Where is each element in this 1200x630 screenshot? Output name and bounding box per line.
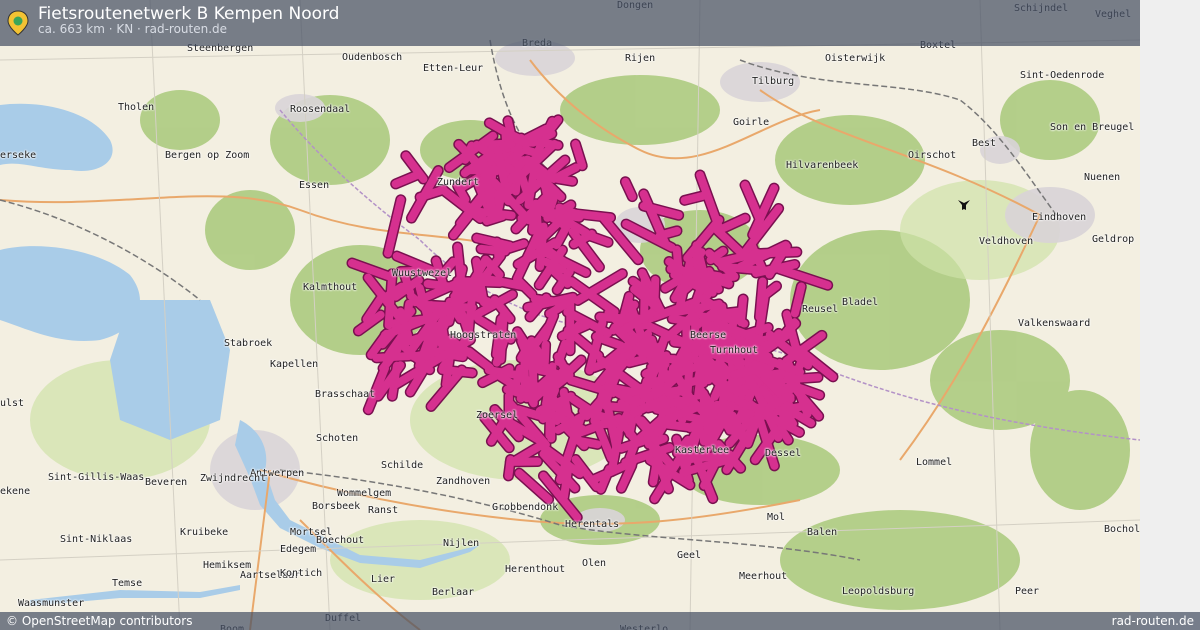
map-subtitle: ca. 663 km · KN · rad-routen.de <box>38 22 228 36</box>
place-label: Rijen <box>625 53 656 64</box>
route-segment <box>535 365 560 378</box>
place-label: Borsbeek <box>312 501 361 512</box>
place-label: Geldrop <box>1092 234 1135 245</box>
map-footer: © OpenStreetMap contributors rad-routen.… <box>0 612 1200 630</box>
map-page: DongenSchijndelVeghelSteenbergenBredaBox… <box>0 0 1200 630</box>
place-label: Bergen op Zoom <box>165 150 250 161</box>
place-label: Herentals <box>565 519 620 530</box>
place-label: Zoersel <box>476 410 519 421</box>
route-segment <box>492 186 507 222</box>
place-label: Zandhoven <box>436 476 491 487</box>
place-label: Waasmunster <box>18 598 85 609</box>
route-segment <box>528 200 541 235</box>
route-segment <box>736 295 748 327</box>
place-label: Leopoldsburg <box>842 586 915 597</box>
place-label: Kontich <box>280 568 323 579</box>
route-segment <box>642 331 656 365</box>
place-label: Sint-Niklaas <box>60 534 133 545</box>
place-label: Kalmthout <box>303 282 358 293</box>
place-label: Bocholt <box>1104 524 1140 535</box>
place-label: Mol <box>767 512 786 523</box>
place-label: erseke <box>0 150 37 161</box>
place-label: Hilvarenbeek <box>786 160 859 171</box>
place-label: Etten-Leur <box>423 63 484 74</box>
place-label: Sint-Gillis-Waas <box>48 472 145 483</box>
place-label: Essen <box>299 180 330 191</box>
place-label: Boechout <box>316 535 365 546</box>
basemap <box>0 0 1140 630</box>
route-segment <box>755 277 767 321</box>
place-label: Oudenbosch <box>342 52 403 63</box>
place-label: Brasschaat <box>315 389 376 400</box>
route-segment <box>372 351 414 362</box>
map-title: Fietsroutenetwerk B Kempen Noord <box>38 4 340 24</box>
place-label: Sint-Oedenrode <box>1020 70 1105 81</box>
place-label: Goirle <box>733 117 770 128</box>
brand-link[interactable]: rad-routen.de <box>1112 614 1194 628</box>
place-label: Kapellen <box>270 359 319 370</box>
place-label: Nijlen <box>443 538 480 549</box>
route-segment <box>776 385 788 426</box>
place-label: Peer <box>1015 586 1040 597</box>
route-segment <box>453 277 505 287</box>
place-label: Grobbendonk <box>492 502 559 513</box>
route-segment <box>587 232 613 247</box>
place-label: Stabroek <box>224 338 273 349</box>
place-label: Schoten <box>316 433 359 444</box>
route-segment <box>477 244 510 256</box>
place-label: ulst <box>0 398 25 409</box>
place-label: Temse <box>112 578 143 589</box>
place-label: Wommelgem <box>337 488 392 499</box>
place-label: Ranst <box>368 505 399 516</box>
side-margin <box>1140 0 1200 630</box>
route-segment <box>512 364 525 389</box>
place-label: Oisterwijk <box>825 53 886 64</box>
place-label: Tholen <box>118 102 155 113</box>
place-label: Wuustwezel <box>392 268 453 279</box>
map-header: Fietsroutenetwerk B Kempen Noord ca. 663… <box>0 0 1140 46</box>
place-label: Berlaar <box>432 587 475 598</box>
place-label: Balen <box>807 527 838 538</box>
place-label: Reusel <box>802 304 839 315</box>
route-segment <box>714 307 745 318</box>
place-label: Hoogstraten <box>450 330 517 341</box>
route-segment <box>570 436 602 449</box>
map-canvas[interactable]: DongenSchijndelVeghelSteenbergenBredaBox… <box>0 0 1140 630</box>
route-segment <box>759 369 787 380</box>
place-label: Zundert <box>437 177 480 188</box>
place-label: Nuenen <box>1084 172 1121 183</box>
location-pin-icon <box>7 10 29 36</box>
place-label: Beveren <box>145 477 188 488</box>
place-label: Kasterlee <box>675 445 730 456</box>
route-segment <box>438 365 477 377</box>
place-label: Beerse <box>690 330 727 341</box>
route-segment <box>698 312 733 323</box>
place-label: Son en Breugel <box>1050 122 1135 133</box>
place-label: Meerhout <box>739 571 788 582</box>
route-segment <box>504 455 515 480</box>
place-label: Eindhoven <box>1032 212 1087 223</box>
place-label: Kruibeke <box>180 527 229 538</box>
place-label: Best <box>972 138 997 149</box>
osm-attribution[interactable]: © OpenStreetMap contributors <box>6 614 192 628</box>
place-label: ekene <box>0 486 31 497</box>
place-label: Olen <box>582 558 607 569</box>
place-label: Veldhoven <box>979 236 1034 247</box>
place-label: Oirschot <box>908 150 957 161</box>
place-label: Tilburg <box>752 76 795 87</box>
place-label: Schilde <box>381 460 424 471</box>
place-label: Dessel <box>765 448 802 459</box>
place-label: Roosendaal <box>290 104 351 115</box>
route-segment <box>658 419 704 433</box>
place-label: Valkenswaard <box>1018 318 1091 329</box>
place-label: Bladel <box>842 297 879 308</box>
place-label: Edegem <box>280 544 317 555</box>
place-label: Herenthout <box>505 564 566 575</box>
place-label: Lommel <box>916 457 953 468</box>
place-label: Zwijndrecht <box>200 473 267 484</box>
place-label: Lier <box>371 574 396 585</box>
place-label: Turnhout <box>710 345 759 356</box>
place-label: Geel <box>677 550 702 561</box>
